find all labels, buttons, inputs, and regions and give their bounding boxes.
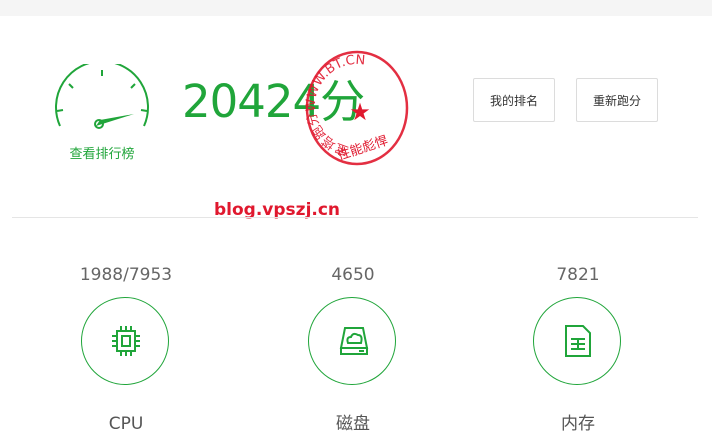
cpu-label: CPU [108, 414, 144, 434]
memory-button[interactable] [533, 297, 621, 385]
memory-card-icon [565, 325, 591, 357]
disk-score: 4650 [331, 265, 375, 285]
speedometer-icon [55, 64, 149, 129]
retest-button[interactable]: 重新跑分 [576, 78, 658, 122]
score-value: 20424 [182, 75, 321, 128]
bt-stamp-seal: 宝塔跑分WWW.BT.CN ★ 性能彪悍 [304, 50, 409, 166]
leaderboard-link[interactable]: 查看排行榜 [52, 64, 152, 168]
cpu-button[interactable] [81, 297, 169, 385]
memory-score: 7821 [556, 265, 600, 285]
stamp-bottom-text: 性能彪悍 [336, 134, 390, 164]
top-bar [0, 0, 712, 16]
leaderboard-label[interactable]: 查看排行榜 [48, 143, 156, 162]
cpu-chip-icon [112, 326, 140, 356]
star-icon: ★ [349, 98, 371, 126]
my-rank-button[interactable]: 我的排名 [473, 78, 555, 122]
disk-cloud-icon [339, 327, 369, 355]
memory-label: 内存 [561, 414, 595, 434]
disk-button[interactable] [308, 297, 396, 385]
cpu-score: 1988/7953 [79, 265, 173, 285]
disk-label: 磁盘 [336, 414, 370, 434]
divider [12, 217, 698, 218]
